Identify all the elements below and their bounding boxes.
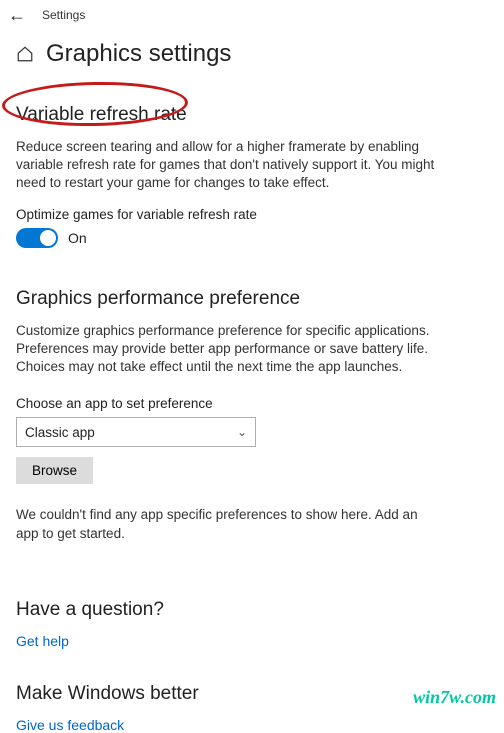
back-icon[interactable]: ← (8, 6, 26, 24)
give-feedback-link[interactable]: Give us feedback (16, 717, 488, 733)
vrr-toggle[interactable] (16, 228, 58, 248)
browse-button[interactable]: Browse (16, 457, 93, 484)
get-help-link[interactable]: Get help (16, 633, 488, 649)
choose-app-label: Choose an app to set preference (16, 396, 488, 411)
app-title: Settings (42, 8, 85, 22)
app-type-select[interactable]: Classic app ⌄ (16, 417, 256, 447)
vrr-heading: Variable refresh rate (16, 104, 488, 126)
perf-description: Customize graphics performance preferenc… (16, 322, 436, 377)
watermark: win7w.com (413, 687, 496, 708)
perf-heading: Graphics performance preference (16, 288, 488, 310)
home-icon[interactable] (16, 45, 34, 63)
vrr-toggle-state: On (68, 230, 87, 246)
help-heading: Have a question? (16, 599, 488, 621)
empty-preferences-text: We couldn't find any app specific prefer… (16, 506, 436, 542)
top-bar: ← Settings (0, 0, 504, 26)
vrr-toggle-label: Optimize games for variable refresh rate (16, 207, 488, 222)
vrr-description: Reduce screen tearing and allow for a hi… (16, 138, 436, 193)
page-title: Graphics settings (46, 40, 231, 68)
toggle-knob (40, 230, 56, 246)
select-value: Classic app (25, 425, 95, 440)
page-title-row: Graphics settings (0, 26, 504, 76)
chevron-down-icon: ⌄ (237, 425, 247, 439)
